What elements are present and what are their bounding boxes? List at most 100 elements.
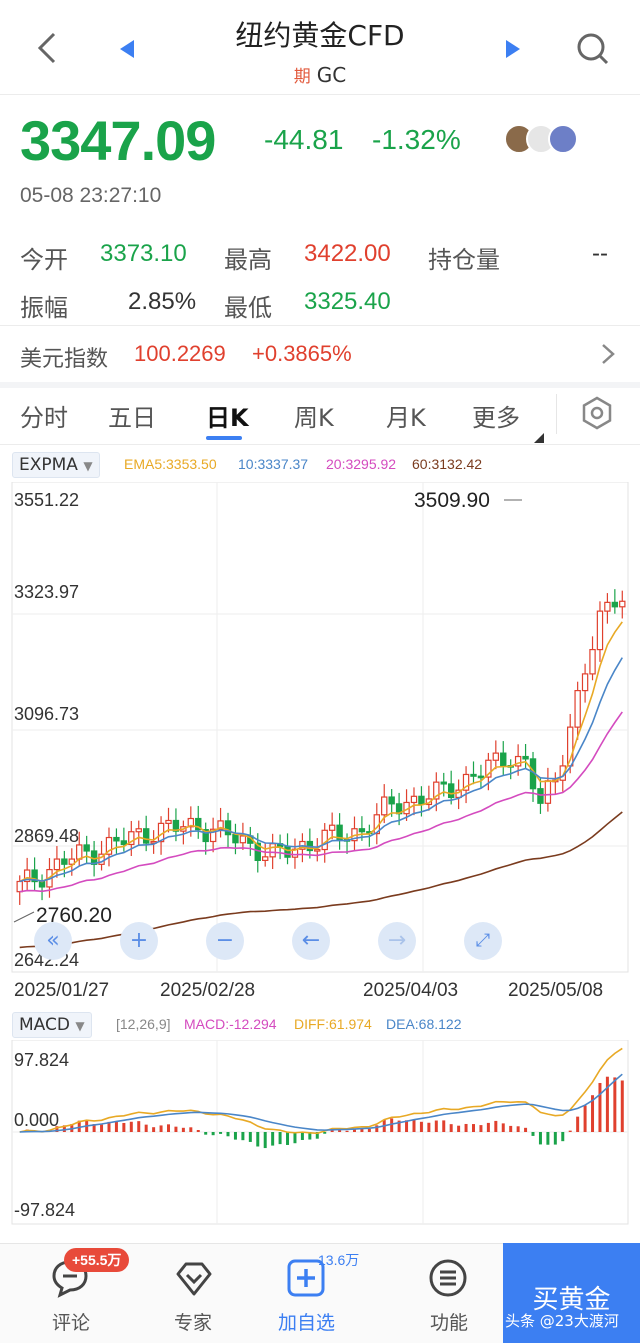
expma-label: EXPMA [19,455,78,475]
futures-badge: 期 [293,67,311,87]
usd-index-label: 美元指数 [20,347,109,372]
tab-intraday[interactable]: 分时 [20,398,68,433]
ema20-line [19,711,623,893]
candle-body [619,600,626,608]
zoom-in-icon[interactable]: + [120,922,158,960]
candle-body [447,783,455,799]
ema20-legend: 20:3295.92 [326,456,397,472]
ema5-legend: EMA5:3353.50 [124,456,217,472]
candle-body [224,820,232,836]
candle-body [522,755,529,760]
candlestick-chart[interactable] [0,482,640,976]
tab-monthly-k[interactable]: 月K [386,398,426,433]
function-menu-icon[interactable] [428,1258,468,1302]
quote-time: 05-08 23:27:10 [20,184,162,207]
ema10-legend: 10:3337.37 [238,456,309,472]
candle-body [165,819,172,824]
zoom-out-icon[interactable]: − [206,922,244,960]
y-tick-label: 2869.48 [14,826,80,846]
tabs-divider [0,444,640,445]
oi-value: -- [592,240,608,267]
usd-index-value: 100.2269 [134,341,226,366]
candle-body [321,829,328,851]
scroll-left-icon[interactable]: ← [292,922,330,960]
macd-value: MACD:-12.294 [184,1016,277,1032]
low-value: 3325.40 [304,288,391,315]
candle-body [544,780,552,804]
ema60-legend: 60:3132.42 [412,456,483,472]
diff-line [19,1047,623,1135]
y-tick-label: 3551.22 [14,490,80,510]
expert-icon[interactable] [174,1258,214,1302]
expma-selector[interactable]: EXPMA ▼ [12,452,100,478]
candle-body [381,796,388,816]
candle-body [262,856,269,862]
fullscreen-icon[interactable]: ⤢ [464,922,502,960]
chevron-right-icon [600,342,616,370]
candle-body [328,824,336,831]
page-title: 纽约黄金CFD [235,19,405,52]
function-label[interactable]: 功能 [430,1308,468,1335]
macd-params: [12,26,9] [116,1016,171,1032]
macd-label: MACD [19,1015,70,1035]
candle-body [358,828,366,833]
candle-body [61,858,68,865]
comment-label[interactable]: 评论 [52,1308,90,1335]
tab-more[interactable]: 更多 [472,398,520,433]
candle-body [418,795,425,806]
oi-label: 持仓量 [428,246,500,274]
tab-five-day[interactable]: 五日 [108,398,156,433]
dea-line [19,1073,623,1133]
avatar [548,124,578,154]
next-arrow-icon[interactable] [504,38,522,64]
x-tick-label: 2025/04/03 [363,980,459,1001]
candle-body [477,775,485,779]
usd-index-row[interactable]: 美元指数 100.2269 +0.3865% [0,326,640,382]
low-label: 最低 [224,294,272,322]
candle-body [232,834,239,844]
search-icon[interactable] [576,32,610,70]
candle-body [53,858,61,871]
tab-weekly-k[interactable]: 周K [294,398,334,433]
y-tick-label: 3323.97 [14,582,80,602]
candle-body [596,610,604,651]
comment-count-badge: +55.5万 [64,1248,130,1272]
instrument-code: 期 GC [0,62,640,87]
x-tick-label: 2025/05/08 [508,980,604,1001]
avatar-group[interactable] [504,124,584,156]
macd-tick-label: 0.000 [14,1110,60,1130]
candle-body [440,781,447,785]
candle-body [581,673,589,692]
x-tick-label: 2025/01/27 [14,980,110,1001]
candle-body [410,795,418,804]
macd-chart[interactable] [0,1040,640,1226]
tab-daily-k[interactable]: 日K [206,398,249,433]
watchlist-count: 13.6万 [318,1252,360,1268]
low-marker-line [13,911,35,923]
scroll-start-icon[interactable]: « [34,922,72,960]
candle-body [83,844,90,852]
usd-index-change: +0.3865% [252,341,352,366]
candle-body [574,689,581,728]
x-tick-label: 2025/02/28 [160,980,256,1001]
amplitude-label: 振幅 [20,294,68,322]
high-marker-label: 3509.90 [414,489,490,512]
tab-separator [556,394,557,434]
expert-label[interactable]: 专家 [174,1308,212,1335]
candle-body [314,848,321,852]
candle-body [388,796,395,805]
macd-selector[interactable]: MACD ▼ [12,1012,92,1038]
high-value: 3422.00 [304,240,391,267]
open-label: 今开 [20,246,68,274]
code-text: GC [316,63,347,87]
scroll-right-icon[interactable]: → [378,922,416,960]
tab-active-indicator [206,436,242,440]
high-label: 最高 [224,246,272,274]
candle-body [113,836,120,842]
add-watchlist-label[interactable]: 加自选 [278,1308,335,1335]
chart-frame [11,482,629,973]
price-change-pct: -1.32% [372,124,461,155]
candle-body [604,601,611,612]
chart-settings-icon[interactable] [580,396,614,434]
y-tick-label: 3096.73 [14,704,80,724]
